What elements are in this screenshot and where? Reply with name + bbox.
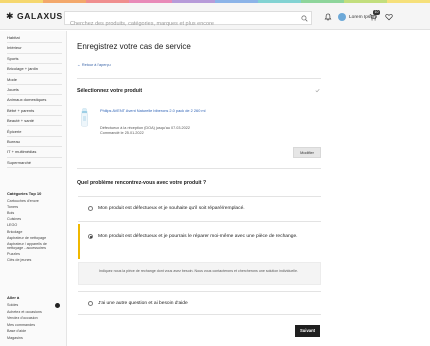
back-link[interactable]: ← Retour à l'aperçu xyxy=(77,63,111,68)
sidebar-divider xyxy=(7,135,62,137)
sidebar-divider xyxy=(7,63,62,64)
product-section-title: Sélectionnez votre produit xyxy=(77,88,143,94)
page-title: Enregistrez votre cas de service xyxy=(77,42,191,51)
sidebar-category-link[interactable]: Aspirateur de nettoyage xyxy=(7,236,64,241)
sidebar-account-title: Aller à xyxy=(7,295,20,300)
sidebar-nav-item[interactable]: Intérieur xyxy=(7,45,22,50)
sidebar-account-link[interactable]: Mes commandes xyxy=(7,323,64,328)
sidebar-divider xyxy=(7,83,62,85)
sidebar-category-link[interactable]: Bois xyxy=(7,211,64,216)
problem-section-title: Quel problème rencontrez-vous avec votre… xyxy=(77,180,207,186)
problem-radio-2[interactable] xyxy=(88,234,93,239)
sidebar-category-link[interactable]: Cuisines xyxy=(7,217,64,222)
problem-option-other-question[interactable]: J'ai une autre question et ai besoin d'a… xyxy=(78,294,321,312)
sidebar-nav-item[interactable]: IT + multimédias xyxy=(7,149,36,154)
divider xyxy=(78,221,321,222)
logo-text[interactable]: GALAXUS xyxy=(17,11,63,21)
sidebar-category-link[interactable]: Puzzles xyxy=(7,252,64,257)
product-bottle-image[interactable] xyxy=(80,108,89,127)
sidebar-category-link[interactable]: Bricolage xyxy=(7,230,64,235)
sidebar-divider xyxy=(7,167,62,168)
chat-bubble-icon[interactable] xyxy=(55,302,60,308)
search-input[interactable] xyxy=(65,18,311,30)
sidebar-nav-item[interactable]: Jouets xyxy=(7,87,19,92)
sidebar-nav-item[interactable]: Habitat xyxy=(7,35,20,40)
sidebar-nav-item[interactable]: Beauté + santé xyxy=(7,118,34,123)
divider xyxy=(78,314,321,315)
sidebar-category-link[interactable]: LEGO xyxy=(7,223,64,228)
galaxus-logo-icon[interactable]: ✱ xyxy=(6,11,14,21)
check-icon xyxy=(315,89,320,93)
sidebar-divider xyxy=(7,73,62,75)
product-order-date: Commandé le 25.01.2022 xyxy=(100,130,144,135)
sidebar-categories-title: Catégories Top 10 xyxy=(7,191,42,196)
sidebar-divider xyxy=(7,115,62,116)
divider xyxy=(78,291,321,292)
problem-radio-3[interactable] xyxy=(88,301,93,306)
sidebar-nav-item[interactable]: Bébé + parents xyxy=(7,108,34,113)
user-name[interactable]: Lorem Ipsum xyxy=(349,15,377,21)
problem-radio-1[interactable] xyxy=(88,206,93,211)
sidebar-account-link[interactable]: Magasins xyxy=(7,336,64,341)
sidebar-nav-item[interactable]: Animaux domestiques xyxy=(7,97,46,102)
search-icon[interactable] xyxy=(301,15,308,22)
modify-button[interactable]: Modifier xyxy=(293,147,321,158)
next-button[interactable]: Suivant xyxy=(295,325,320,337)
sidebar-divider xyxy=(7,146,62,148)
sidebar-category-link[interactable]: Toners xyxy=(7,205,64,210)
sidebar-account-link[interactable]: Vendez d'occasion xyxy=(7,316,64,321)
sidebar-divider xyxy=(7,125,62,127)
sidebar: Catégories Top 10 Aller à Habitat Intérie… xyxy=(0,31,67,346)
product-name-link[interactable]: Philips AVENT Avent Naturelle biberons 2… xyxy=(100,108,220,113)
user-avatar[interactable] xyxy=(338,13,346,21)
sidebar-divider xyxy=(7,156,62,158)
sidebar-nav-item[interactable]: Mode xyxy=(7,77,17,82)
divider xyxy=(77,78,321,79)
sidebar-category-link[interactable]: Cartouches d'encre xyxy=(7,199,64,204)
spare-part-hint-box: Indiquez nous la pièce de rechange dont … xyxy=(78,262,321,285)
spare-part-hint-text: Indiquez nous la pièce de rechange dont … xyxy=(99,269,298,273)
sidebar-nav-item[interactable]: Bricolage + jardin xyxy=(7,66,38,71)
problem-option-label: Mon produit est défectueux et je pourrai… xyxy=(98,234,298,239)
problem-option-repair-replace[interactable]: Mon produit est défectueux et je souhait… xyxy=(78,196,321,221)
problem-option-label: J'ai une autre question et ai besoin d'a… xyxy=(98,301,188,306)
sidebar-nav-item[interactable]: Bureau xyxy=(7,139,20,144)
sidebar-nav-item[interactable]: Sports xyxy=(7,56,19,61)
problem-option-label: Mon produit est défectueux et je souhait… xyxy=(98,206,245,211)
sidebar-divider xyxy=(7,42,62,44)
sidebar-divider xyxy=(7,52,62,54)
sidebar-account-link[interactable]: Base d'aide xyxy=(7,329,64,334)
sidebar-category-link[interactable]: Aspirateur / appareils de nettoyage - ac… xyxy=(7,242,64,251)
sidebar-account-link[interactable]: Achetez et occasions xyxy=(7,310,64,315)
problem-option-spare-part[interactable]: Mon produit est défectueux et je pourrai… xyxy=(78,224,321,259)
top-header: ✱ GALAXUS 10 Lorem Ipsum xyxy=(0,3,430,30)
divider xyxy=(77,168,321,169)
sidebar-divider xyxy=(7,94,62,96)
sidebar-nav-item[interactable]: Supermarché xyxy=(7,160,31,165)
sidebar-divider xyxy=(7,104,62,106)
bell-icon[interactable] xyxy=(324,13,332,21)
search-bar[interactable] xyxy=(64,11,312,30)
sidebar-category-link[interactable]: Clés de jeunes xyxy=(7,258,64,263)
product-defect-deadline: Défectueux à la réception (DOA) jusqu'au… xyxy=(100,125,191,130)
sidebar-nav-item[interactable]: Épicerie xyxy=(7,129,21,134)
heart-icon[interactable] xyxy=(385,13,393,21)
